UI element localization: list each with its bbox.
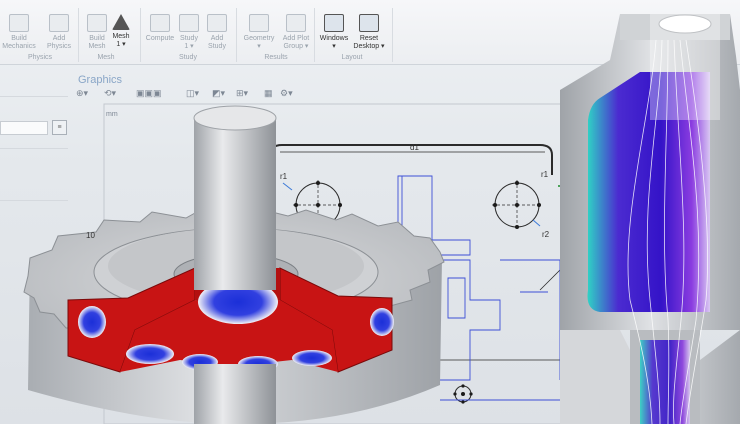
radius-label-lower: r2 — [542, 230, 550, 239]
gear-model — [23, 105, 445, 424]
graphics-canvas[interactable] — [0, 0, 740, 424]
axis-tick-label: 10 — [86, 231, 95, 240]
radius-label-right: r1 — [541, 170, 549, 179]
radius-label-left: r1 — [280, 172, 288, 181]
dimension-label: d1 — [410, 143, 419, 152]
flow-vessel-model — [560, 14, 740, 424]
